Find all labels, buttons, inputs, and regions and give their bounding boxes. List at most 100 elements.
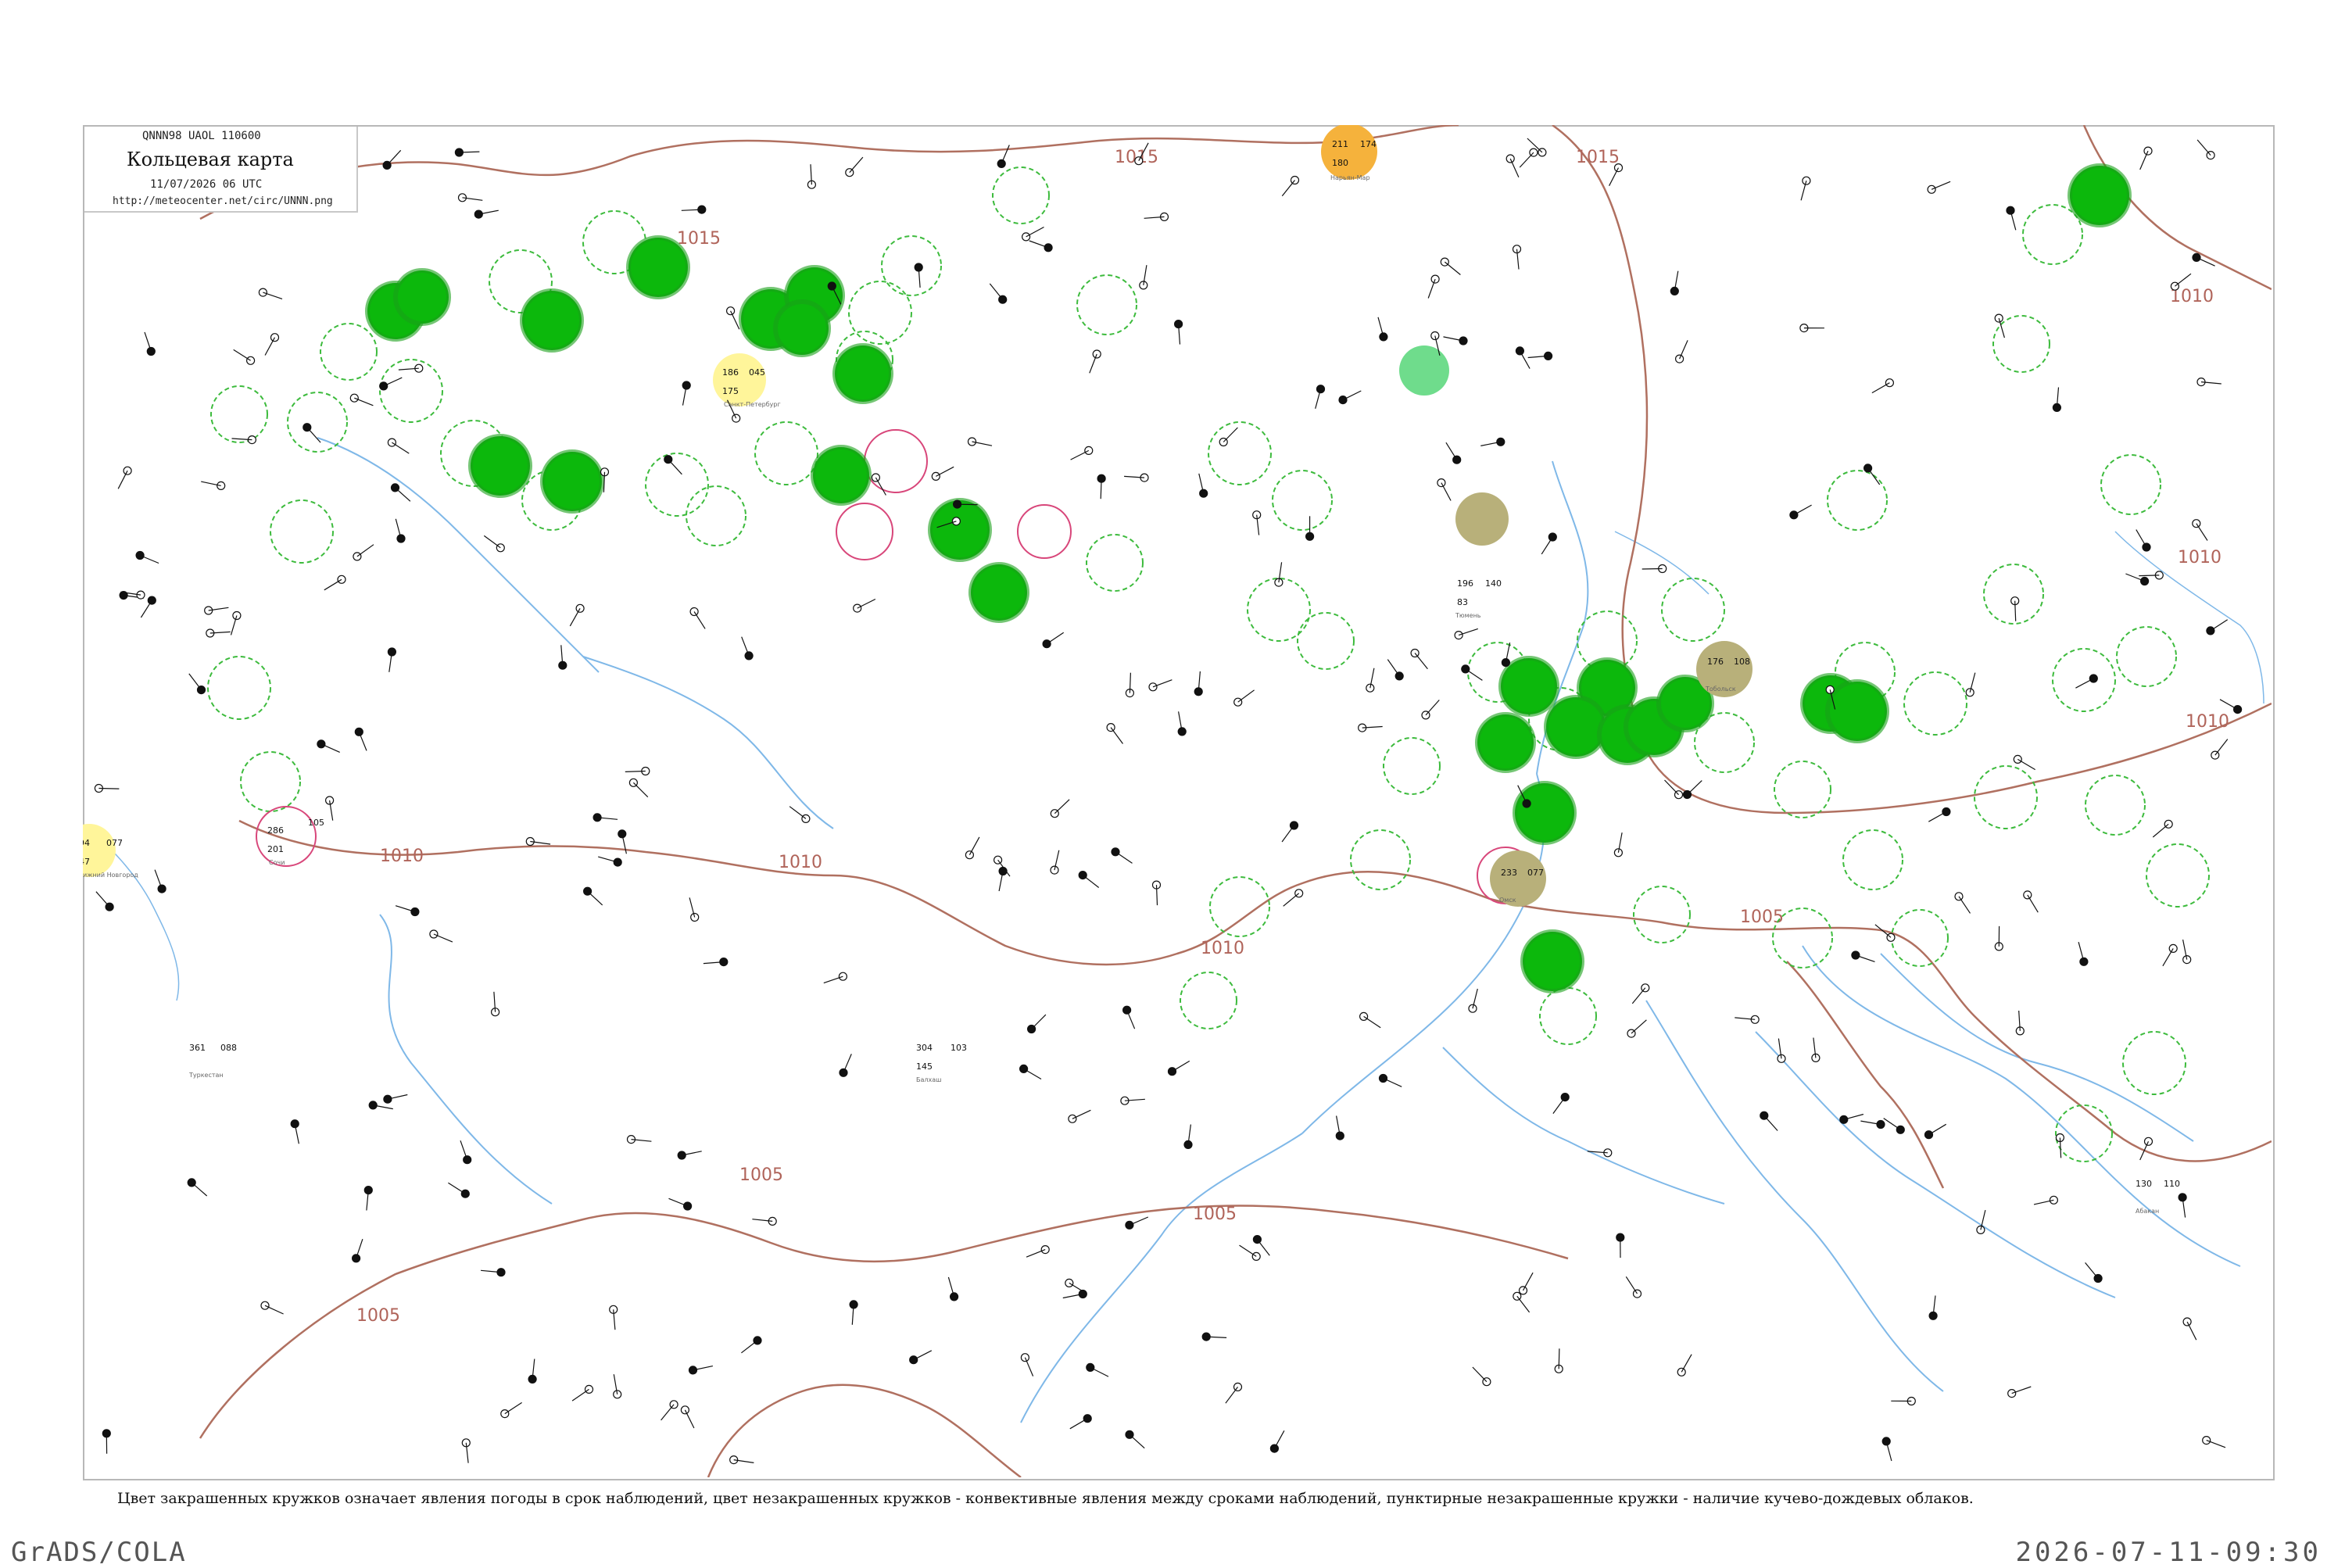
station-pressure: 088 <box>220 1043 237 1053</box>
wind-barb <box>1681 1355 1692 1373</box>
station-temp: 304 <box>916 1043 933 1053</box>
station-name: Сочи <box>269 859 285 866</box>
wind-barb <box>392 442 409 453</box>
wind-barb <box>1090 354 1097 373</box>
wind-barb <box>1688 781 1702 795</box>
wind-barb <box>1343 391 1361 400</box>
wind-barb <box>1642 569 1663 570</box>
wind-barb <box>2197 140 2211 156</box>
wind-barb <box>2085 1262 2099 1278</box>
wind-barb <box>914 1351 932 1360</box>
station-circle <box>158 885 166 893</box>
wind-barb <box>1153 680 1172 687</box>
wind-barb <box>2153 824 2168 837</box>
wind-barb <box>1238 690 1255 702</box>
wind-barb <box>1274 1430 1284 1448</box>
wind-barb <box>1959 897 1971 914</box>
station-pressure: 174 <box>1360 139 1377 149</box>
station-circle <box>411 908 419 916</box>
wind-barb <box>588 891 603 905</box>
wind-barb <box>1473 1367 1487 1382</box>
station-name: Тюмень <box>1455 612 1481 619</box>
station-circle <box>474 210 482 218</box>
isobar-label: 1015 <box>1576 148 1620 167</box>
thunderstorm-circle <box>1321 125 1377 180</box>
wind-barb <box>742 637 749 656</box>
station-name: Абакан <box>2136 1208 2159 1215</box>
station-temp: 130 <box>2136 1179 2152 1189</box>
wind-barb <box>359 732 367 750</box>
isobar-label: 1010 <box>380 847 424 866</box>
wind-barb <box>1054 800 1069 814</box>
isobar-label: 1010 <box>2186 712 2229 732</box>
wind-barb <box>741 1341 757 1353</box>
station-temp: 211 <box>1332 139 1348 149</box>
special-circles <box>83 125 1752 907</box>
station-dew: 83 <box>1457 597 1468 607</box>
wind-barb <box>1931 181 1950 189</box>
wind-barb <box>1047 632 1064 644</box>
wind-barb <box>2175 274 2191 286</box>
coastlines <box>91 532 2264 1001</box>
station-dew: 247 <box>83 857 90 867</box>
wind-barb <box>1387 660 1399 676</box>
isobar-label: 1010 <box>2178 548 2221 567</box>
wind-barb <box>570 608 580 626</box>
wind-barb <box>1441 483 1451 501</box>
station-dew: 145 <box>916 1061 933 1072</box>
wind-barb <box>1069 1283 1087 1293</box>
wind-barb <box>1764 1115 1778 1130</box>
wind-barb <box>2139 575 2159 576</box>
station-temp: 233 <box>1501 868 1517 878</box>
wind-barb <box>1001 145 1009 164</box>
wind-barb <box>1223 428 1237 442</box>
bulletin-code: QNNN98 UAOL 110600 <box>142 130 261 142</box>
convective-rings <box>256 430 1534 904</box>
wind-barb <box>2012 1387 2032 1394</box>
wind-barb <box>1111 728 1122 744</box>
wind-barb <box>1072 1110 1091 1119</box>
wind-barb <box>1929 1124 1946 1134</box>
wind-barb <box>141 600 152 618</box>
wind-barb <box>2220 700 2238 710</box>
station-name: Нарьян-Мар <box>1330 174 1370 181</box>
cb-rings <box>208 167 2209 1162</box>
wind-barb <box>969 837 979 855</box>
station-temp: 286 <box>267 825 284 836</box>
wind-barb <box>1130 1434 1144 1448</box>
station-name: Тобольск <box>1705 686 1736 693</box>
map-title-box: QNNN98 UAOL 110600 Кольцевая карта 11/07… <box>84 127 358 213</box>
wind-barb <box>2211 620 2228 631</box>
observation-time: 11/07/2026 06 UTC <box>150 178 262 191</box>
station-circle <box>932 472 940 480</box>
wind-barb <box>1130 1217 1148 1225</box>
wind-barb <box>958 504 978 505</box>
fog-circle <box>713 353 766 406</box>
wind-barb <box>2215 739 2228 756</box>
map-title: Кольцевая карта <box>127 149 294 170</box>
isobars <box>200 125 2272 1477</box>
wind-barb <box>1282 825 1294 842</box>
wind-barb <box>1226 1387 1238 1403</box>
wind-barb <box>460 1140 467 1160</box>
wind-barb <box>1024 1069 1041 1079</box>
wind-barb <box>1446 442 1457 460</box>
synoptic-map: 1015 1015 1015 1010 1010 1010 1010 1010 … <box>83 125 2272 1477</box>
wind-barb <box>633 782 647 797</box>
wind-barb <box>1626 1276 1637 1294</box>
wind-barb <box>321 744 340 753</box>
station-pressure: 077 <box>1527 868 1544 878</box>
wind-barb <box>1071 450 1089 460</box>
fog-circle <box>83 824 116 877</box>
station-circle <box>124 467 131 474</box>
haze-circle <box>1490 850 1546 907</box>
station-dew: 180 <box>1332 158 1348 168</box>
wind-barb <box>857 600 875 609</box>
station-circle <box>994 856 1002 864</box>
wind-barb <box>1445 262 1460 274</box>
isobar-label: 1005 <box>1193 1205 1237 1224</box>
map-caption: Цвет закрашенных кружков означает явлени… <box>117 1490 2228 1507</box>
wind-barb <box>1172 1061 1190 1071</box>
wind-barb <box>2125 574 2144 582</box>
wind-barb <box>96 892 109 908</box>
